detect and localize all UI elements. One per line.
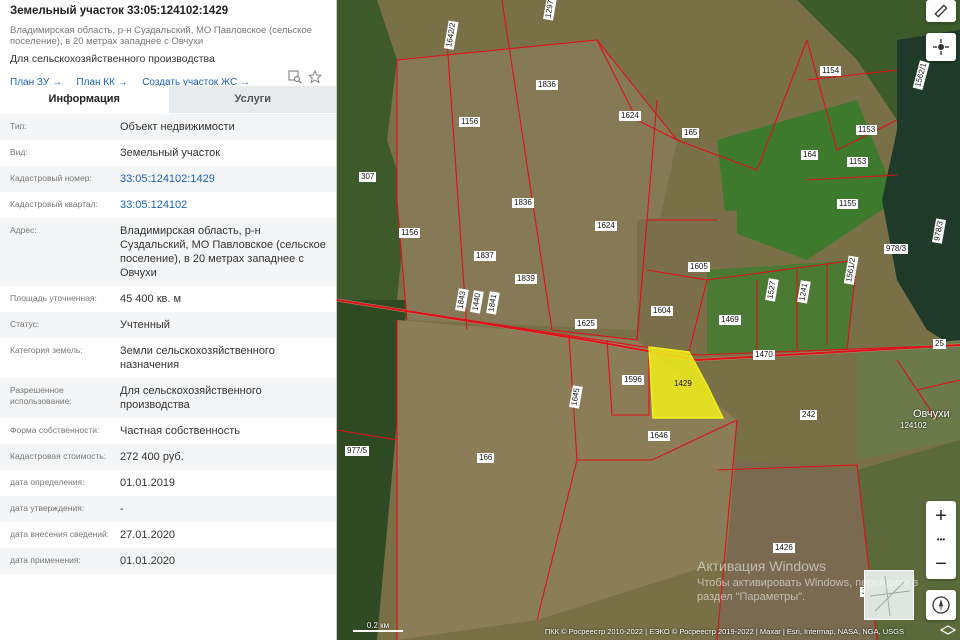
compass-button[interactable] [926,590,956,620]
parcel-label[interactable]: 1624 [595,221,617,231]
parcel-label[interactable]: 1156 [399,228,421,238]
zoom-controls: + ••• − [926,501,956,579]
parcel-label[interactable]: 1836 [536,80,558,90]
parcel-label[interactable]: 1440 [470,290,484,314]
parcel-label[interactable]: 978/3 [932,218,947,244]
parcel-labels: .pl{position:absolute;background:#fff;pa… [337,0,960,640]
table-row: Разрешенное использование: Для сельскохоз… [0,378,336,418]
parcel-purpose: Для сельскохозяйственного производства [10,53,215,65]
measure-button[interactable] [926,0,956,22]
tab-info[interactable]: Информация [0,86,169,113]
parcel-label[interactable]: 1596 [622,375,644,385]
panel-links: План ЗУ → План КК → Создать участок ЖС → [10,69,326,88]
panel-tabs: Информация Услуги [0,86,336,113]
parcel-label[interactable]: 1241 [797,280,811,304]
windows-activation-text: Чтобы активировать Windows, перейдите в … [697,577,919,603]
parcel-label[interactable]: 164 [801,150,819,160]
parcel-label[interactable]: 307 [359,172,377,182]
parcel-label[interactable]: 1470 [753,350,775,360]
parcel-address-short: Владимирская область, р-н Суздальский, М… [10,25,312,47]
parcel-label[interactable]: 1426 [773,543,795,553]
locate-button[interactable] [926,33,956,61]
parcel-label[interactable]: 166 [477,453,495,463]
compass-icon [932,596,950,614]
table-row: Категория земель: Земли сельскохозяйствен… [10,345,275,371]
parcel-label[interactable]: 242 [800,410,818,420]
parcel-label[interactable]: 1469 [719,315,741,325]
tab-services[interactable]: Услуги [168,86,336,113]
table-row: Кадастровый номер: 33:05:124102:1429 [0,166,336,192]
parcel-label[interactable]: 1154 [820,66,842,76]
map-view[interactable]: .pl{position:absolute;background:#fff;pa… [337,0,960,640]
layers-icon [939,625,957,635]
parcel-label[interactable]: 1297 [543,0,557,21]
cadastral-quarter-link[interactable]: 33:05:124102 [120,198,327,212]
parcel-label[interactable]: 977/5 [345,446,370,456]
table-row: Статус: Учтенный [0,312,336,338]
parcel-label[interactable]: 978/3 [884,244,909,254]
parcel-label[interactable]: 1839 [515,274,537,284]
parcel-label[interactable]: 1624 [619,111,641,121]
scale-bar: 0.2 км [353,621,403,632]
table-row: дата утверждения: - [0,496,336,522]
table-row: Адрес: Владимирская область, р-н Суздальс… [0,218,336,286]
parcel-label[interactable]: 1155 [837,199,859,209]
zoom-out-button[interactable]: − [935,549,947,579]
parcel-label[interactable]: 1841 [486,291,500,315]
crosshair-icon [933,39,949,55]
map-attribution: ПКК © Росреестр 2010-2022 | ЕЭКО © Росре… [544,627,904,636]
table-row: дата применения: 01.01.2020 [0,548,336,574]
quarter-label: 124102 [900,421,927,430]
parcel-label[interactable]: 25 [933,339,946,349]
parcel-label[interactable]: 1153 [847,157,869,167]
star-icon[interactable] [307,69,323,84]
cadastral-number-link[interactable]: 33:05:124102:1429 [120,172,327,186]
windows-activation-title: Активация Windows [697,558,827,574]
parcel-label[interactable]: 1156 [459,117,481,127]
table-row: Кадастровая стоимость: 272 400 руб. [0,444,336,470]
table-row: дата определения: 01.01.2019 [10,477,176,489]
table-row: Вид: Земельный участок [10,147,221,159]
parcel-label[interactable]: 1153 [856,125,878,135]
info-panel: Земельный участок 33:05:124102:1429 Влад… [0,0,337,640]
parcel-label[interactable]: 1837 [474,251,496,261]
more-button[interactable]: ••• [937,531,945,549]
search-zoom-icon[interactable] [288,70,302,84]
ruler-icon [934,4,948,18]
zoom-in-button[interactable]: + [935,501,947,531]
parcel-label[interactable]: 1561/2 [843,255,859,285]
parcel-label[interactable]: 1645 [569,385,583,409]
parcel-label[interactable]: 1642/2 [443,20,459,50]
parcel-label[interactable]: 1562/1 [912,59,930,91]
parcel-label[interactable]: 1604 [651,306,673,316]
attributes-table: Тип: Объект недвижимости Вид: Земельный уч… [0,114,336,574]
parcel-label[interactable]: 165 [682,128,700,138]
table-row: дата внесения сведений: 27.01.2020 [10,529,176,541]
parcel-label[interactable]: 1836 [512,198,534,208]
parcel-label[interactable]: 1625 [575,319,597,329]
parcel-title: Земельный участок 33:05:124102:1429 [10,5,229,17]
village-label: Овчухи [913,408,950,420]
table-row: Кадастровый квартал: 33:05:124102 [0,192,336,218]
table-row: Форма собственности: Частная собственност… [10,425,241,437]
table-row: Площадь уточненная: 45 400 кв. м [10,293,182,305]
table-row: Тип: Объект недвижимости [0,114,336,140]
parcel-label[interactable]: 1527 [765,278,779,302]
parcel-label[interactable]: 1843 [455,288,469,312]
parcel-label[interactable]: 1646 [648,431,670,441]
parcel-label-selected[interactable]: 1429 [672,379,694,389]
parcel-label[interactable]: 1605 [688,262,710,272]
map-icons-small[interactable] [939,624,957,636]
